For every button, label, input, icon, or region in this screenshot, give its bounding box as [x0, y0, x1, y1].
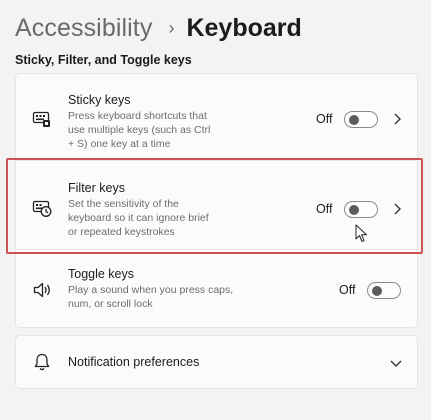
toggle-keys-description-line: Play a sound when you press caps,	[68, 284, 234, 296]
filter-keys-toggle[interactable]	[344, 201, 378, 218]
sticky-keys-description-line: Press keyboard shortcuts that	[68, 110, 207, 122]
breadcrumb-separator: ›	[168, 17, 175, 38]
filter-keys-description-line: keyboard so it can ignore brief	[68, 212, 209, 224]
notification-preferences-label: Notification preferences	[68, 355, 200, 369]
keyboard-settings-page: Accessibility › Keyboard Sticky, Filter,…	[0, 0, 431, 420]
settings-card: Sticky keys Press keyboard shortcuts tha…	[15, 73, 418, 328]
notification-preferences-card[interactable]: Notification preferences	[15, 335, 418, 389]
toggle-keys-title: Toggle keys	[68, 267, 135, 281]
mouse-cursor-icon	[355, 224, 367, 242]
toggle-knob	[372, 286, 382, 296]
filter-keys-description-line: or repeated keystrokes	[68, 226, 175, 238]
setting-row-sticky-keys[interactable]: Sticky keys Press keyboard shortcuts tha…	[16, 74, 417, 160]
toggle-keys-toggle[interactable]	[367, 282, 401, 299]
chevron-down-icon[interactable]	[389, 358, 403, 368]
page-title: Keyboard	[186, 13, 302, 42]
breadcrumb: Accessibility › Keyboard	[15, 8, 302, 48]
section-title: Sticky, Filter, and Toggle keys	[15, 53, 192, 67]
toggle-knob	[349, 115, 359, 125]
filter-keys-description-line: Set the sensitivity of the	[68, 198, 179, 210]
sticky-keys-state: Off	[316, 112, 333, 126]
toggle-keys-state: Off	[339, 283, 356, 297]
bell-icon	[34, 353, 50, 371]
sticky-keys-icon	[32, 111, 50, 127]
sticky-keys-description: Press keyboard shortcuts that use multip…	[68, 109, 238, 151]
toggle-knob	[349, 205, 359, 215]
speaker-icon	[33, 282, 50, 298]
chevron-right-icon[interactable]	[392, 112, 402, 126]
sticky-keys-title: Sticky keys	[68, 93, 131, 107]
setting-row-toggle-keys[interactable]: Toggle keys Play a sound when you press …	[16, 250, 417, 329]
filter-keys-icon	[32, 200, 52, 217]
filter-keys-title: Filter keys	[68, 181, 125, 195]
filter-keys-description: Set the sensitivity of the keyboard so i…	[68, 197, 238, 239]
filter-keys-state: Off	[316, 202, 333, 216]
chevron-right-icon[interactable]	[392, 202, 402, 216]
breadcrumb-accessibility-link[interactable]: Accessibility	[15, 14, 152, 43]
sticky-keys-description-line: use multiple keys (such as Ctrl	[68, 124, 211, 136]
toggle-keys-description: Play a sound when you press caps, num, o…	[68, 283, 268, 311]
sticky-keys-description-line: + S) one key at a time	[68, 138, 171, 150]
sticky-keys-toggle[interactable]	[344, 111, 378, 128]
toggle-keys-description-line: num, or scroll lock	[68, 298, 153, 310]
